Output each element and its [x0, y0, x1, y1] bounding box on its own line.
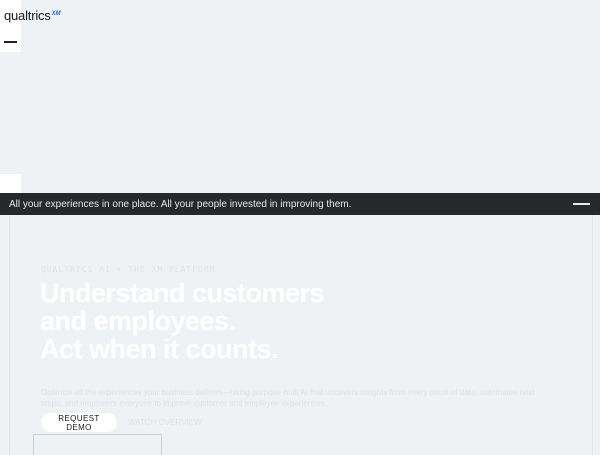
hero-eyebrow: QUALTRICS AI + THE XM PLATFORM [41, 265, 216, 274]
logo-xm-mark: XM [51, 11, 61, 17]
watch-overview-link[interactable]: WATCH OVERVIEW [128, 418, 202, 427]
logo-wordmark: qualtrics [4, 8, 51, 23]
hamburger-icon[interactable] [4, 41, 17, 43]
announcement-banner: All your experiences in one place. All y… [0, 193, 600, 215]
headline-line-2: and employees. [40, 306, 236, 336]
minus-icon[interactable] [573, 203, 590, 205]
headline-line-1: Understand customers [40, 278, 325, 308]
request-demo-button[interactable]: REQUEST DEMO [41, 413, 117, 432]
banner-text: All your experiences in one place. All y… [9, 198, 352, 210]
headline-line-3: Act when it counts. [40, 334, 279, 364]
top-nav: qualtrics XM [0, 0, 61, 52]
hero-section: QUALTRICS AI + THE XM PLATFORM Understan… [9, 215, 593, 455]
hero-headline: Understand customers and employees. Act … [40, 278, 325, 364]
bottom-card-edge [33, 434, 162, 455]
hero-subcopy: Optimize all the experiences your busine… [41, 388, 535, 408]
qualtrics-logo[interactable]: qualtrics XM [4, 8, 61, 24]
